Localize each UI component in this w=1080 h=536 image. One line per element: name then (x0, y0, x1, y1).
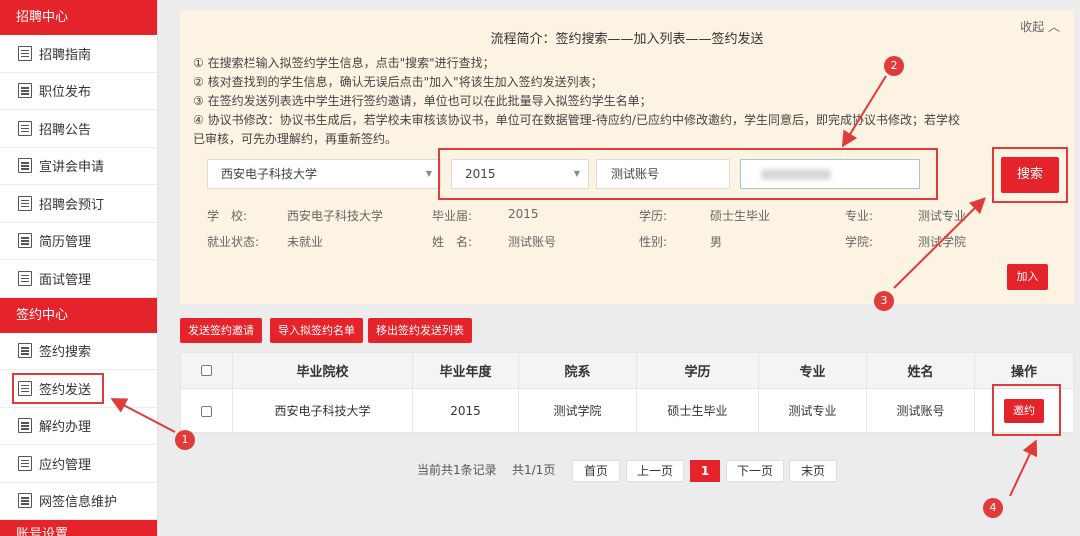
remove-from-list-button[interactable]: 移出签约发送列表 (368, 318, 472, 343)
document-icon (18, 195, 32, 211)
header-degree: 学历 (636, 352, 759, 389)
document-edit-icon (18, 455, 32, 471)
header-department: 院系 (518, 352, 637, 389)
label-gender: 性别: (639, 235, 668, 249)
sidebar-item-resume[interactable]: 简历管理 (0, 223, 157, 260)
document-edit-icon (18, 418, 32, 434)
sidebar-item-seminar-apply[interactable]: 宣讲会申请 (0, 148, 157, 185)
sign-send-table: 毕业院校 毕业年度 院系 学历 专业 姓名 操作 西安电子科技大学 2015 测… (180, 352, 1074, 433)
value-major: 测试专业 (918, 209, 967, 223)
annotation-badge-1: 1 (175, 430, 195, 450)
arrow-4 (1009, 439, 1038, 497)
step-line: ③ 在签约发送列表选中学生进行签约邀请，单位也可以在此批量导入拟签约学生名单； (193, 94, 652, 108)
document-icon (18, 83, 32, 99)
sidebar-item-recruit-guide[interactable]: 招聘指南 (0, 35, 157, 73)
send-invite-button[interactable]: 发送签约邀请 (180, 318, 262, 343)
value-college: 测试学院 (918, 235, 967, 249)
document-icon (18, 233, 32, 249)
record-count: 当前共1条记录 (417, 463, 497, 477)
header-name: 姓名 (866, 352, 975, 389)
annotation-badge-2: 2 (884, 56, 904, 76)
sidebar-item-recruit-notice[interactable]: 招聘公告 (0, 110, 157, 148)
document-icon (18, 270, 32, 286)
select-all-checkbox[interactable] (201, 365, 212, 376)
current-page-button[interactable]: 1 (690, 460, 720, 482)
search-button[interactable]: 搜索 (1001, 157, 1059, 193)
cell-year: 2015 (412, 388, 519, 433)
annotation-badge-4: 4 (983, 498, 1003, 518)
highlight-box (438, 148, 938, 200)
label-degree: 学历: (639, 209, 668, 223)
step-line: ④ 协议书修改：协议书生成后，若学校未审核该协议书，单位可在数据管理-待应约/已… (193, 113, 960, 127)
process-title: 流程简介：签约搜索——加入列表——签约发送 (490, 32, 764, 47)
sidebar-item-sign-send[interactable]: 签约发送 (0, 370, 157, 408)
sidebar-item-job-post[interactable]: 职位发布 (0, 73, 157, 110)
table-header-row: 毕业院校 毕业年度 院系 学历 专业 姓名 操作 (180, 352, 1074, 389)
header-school: 毕业院校 (232, 352, 413, 389)
label-grad: 毕业届: (432, 209, 473, 223)
sidebar-section-account[interactable]: 账号设置 (0, 520, 157, 536)
annotation-badge-3: 3 (874, 291, 894, 311)
prev-page-button[interactable]: 上一页 (626, 460, 684, 482)
document-icon (18, 120, 32, 136)
sidebar-item-fair-booking[interactable]: 招聘会预订 (0, 185, 157, 223)
cell-department: 测试学院 (518, 388, 637, 433)
row-checkbox[interactable] (201, 405, 212, 417)
label-name: 姓 名: (432, 235, 473, 249)
next-page-button[interactable]: 下一页 (726, 460, 784, 482)
value-degree: 硕士生毕业 (710, 209, 771, 223)
sidebar-section-recruit[interactable]: 招聘中心 (0, 0, 157, 35)
document-icon (18, 45, 32, 61)
value-grad: 2015 (508, 207, 539, 221)
sidebar-item-response-manage[interactable]: 应约管理 (0, 445, 157, 483)
school-select[interactable]: 西安电子科技大学 ▼ (207, 159, 441, 189)
highlight-box (992, 384, 1061, 436)
document-edit-icon (18, 493, 32, 509)
sidebar-item-interview[interactable]: 面试管理 (0, 260, 157, 298)
cell-major: 测试专业 (758, 388, 867, 433)
document-edit-icon (18, 343, 32, 359)
cell-school: 西安电子科技大学 (232, 388, 413, 433)
value-status: 未就业 (287, 235, 324, 249)
import-list-button[interactable]: 导入拟签约名单 (270, 318, 363, 343)
value-name: 测试账号 (508, 235, 557, 249)
collapse-toggle[interactable]: 收起 ︿ (1020, 18, 1060, 35)
label-major: 专业: (845, 209, 874, 223)
sidebar: 招聘中心 招聘指南 职位发布 招聘公告 宣讲会申请 招聘会预订 简历管理 面试管… (0, 0, 158, 536)
document-icon (18, 158, 32, 174)
step-line: 已审核，可先办理解约，再重新签约。 (193, 132, 398, 146)
cell-degree: 硕士生毕业 (636, 388, 759, 433)
last-page-button[interactable]: 末页 (789, 460, 837, 482)
header-major: 专业 (758, 352, 867, 389)
document-edit-icon (18, 380, 32, 396)
value-gender: 男 (710, 235, 723, 249)
label-status: 就业状态: (207, 235, 260, 249)
add-button[interactable]: 加入 (1007, 264, 1048, 290)
step-line: ② 核对查找到的学生信息，确认无误后点击"加入"将该生加入签约发送列表； (193, 75, 603, 89)
cell-name: 测试账号 (866, 388, 975, 433)
dropdown-arrow-icon: ▼ (425, 169, 432, 178)
label-school: 学 校: (207, 209, 248, 223)
label-college: 学院: (845, 235, 874, 249)
table-row: 西安电子科技大学 2015 测试学院 硕士生毕业 测试专业 测试账号 邀约 (180, 388, 1074, 433)
sidebar-item-online-sign-info[interactable]: 网签信息维护 (0, 483, 157, 520)
header-year: 毕业年度 (412, 352, 519, 389)
sidebar-item-sign-search[interactable]: 签约搜索 (0, 333, 157, 370)
page-count: 共1/1页 (512, 463, 556, 477)
process-info-panel: 流程简介：签约搜索——加入列表——签约发送 收起 ︿ ① 在搜索栏输入拟签约学生… (180, 10, 1074, 304)
first-page-button[interactable]: 首页 (572, 460, 620, 482)
row-select-cell (180, 388, 233, 433)
sidebar-item-cancel-contract[interactable]: 解约办理 (0, 408, 157, 445)
value-school: 西安电子科技大学 (287, 209, 384, 223)
sidebar-section-signing[interactable]: 签约中心 (0, 297, 157, 333)
select-all-cell (180, 352, 233, 389)
